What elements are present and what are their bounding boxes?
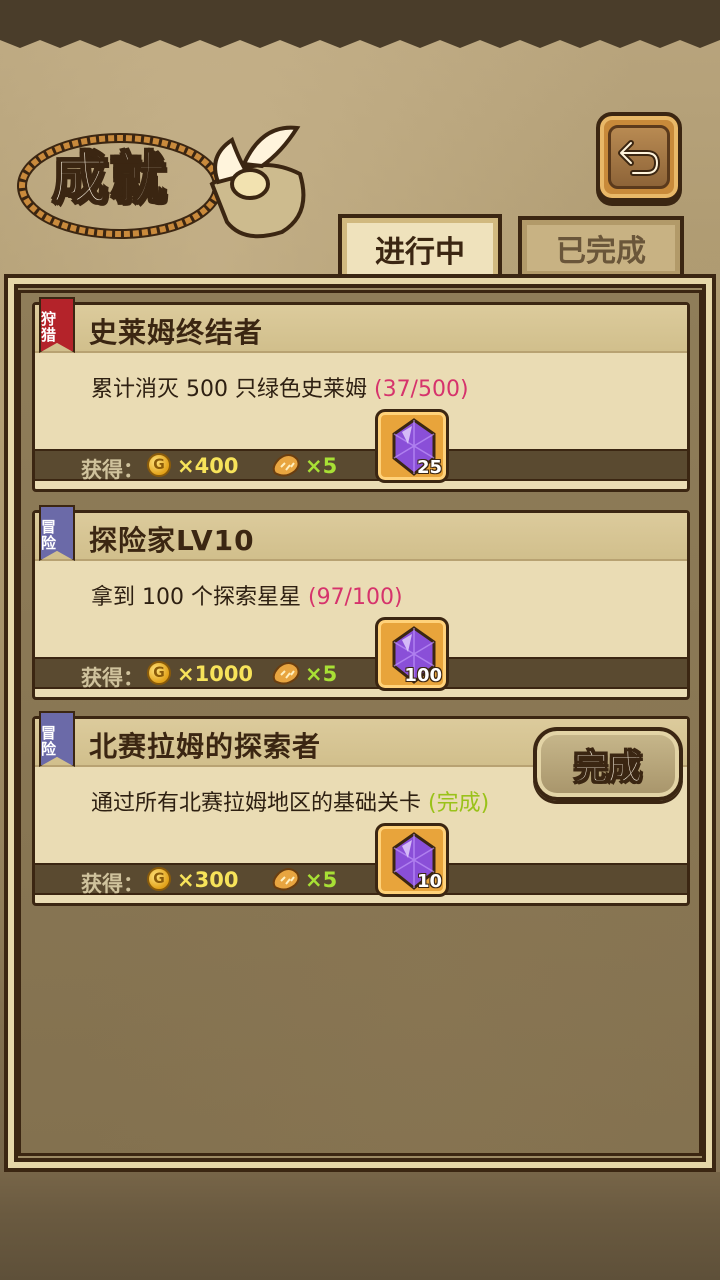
reward-bar: 获得： G ×300 ×5	[35, 863, 687, 896]
bottom-decor-strip	[0, 1172, 720, 1280]
gem-count: 25	[416, 457, 442, 478]
gem-reward-box: 10	[375, 823, 449, 897]
reward-bar: 获得： G ×400 ×5	[35, 449, 687, 482]
description-text: 拿到 100 个探索星星	[91, 585, 301, 610]
bread-reward-value: ×5	[305, 454, 338, 478]
reward-label: 获得：	[81, 458, 144, 482]
progress-text: (97/100)	[307, 585, 403, 610]
bread-icon	[272, 868, 300, 891]
gold-reward-value: ×1000	[177, 662, 254, 686]
achievement-description: 累计消灭 500 只绿色史莱姆 (37/500)	[91, 371, 469, 403]
achievement-title: 史莱姆终结者	[89, 316, 264, 349]
gem-count: 10	[416, 871, 442, 892]
achievement-title: 北赛拉姆的探索者	[89, 730, 322, 763]
gold-reward-value: ×300	[177, 868, 239, 892]
reward-label: 获得：	[81, 872, 144, 896]
achievement-card: 狩猎 史莱姆终结者 累计消灭 500 只绿色史莱姆 (37/500) 获得： G…	[32, 297, 690, 492]
progress-text: (完成)	[428, 791, 490, 816]
bread-reward-value: ×5	[305, 868, 338, 892]
claim-complete-button[interactable]: 完成	[533, 727, 683, 801]
progress-text: (37/500)	[373, 377, 469, 402]
description-text: 通过所有北赛拉姆地区的基础关卡	[91, 791, 422, 816]
achievement-card: 冒险 探险家LV10 拿到 100 个探索星星 (97/100) 获得： G ×…	[32, 505, 690, 700]
top-decor-strip	[0, 0, 720, 48]
tab-completed-label: 已完成	[556, 234, 646, 269]
tab-in-progress-label: 进行中	[375, 235, 465, 270]
achievement-description: 拿到 100 个探索星星 (97/100)	[91, 579, 403, 611]
bread-icon	[272, 662, 300, 685]
achievement-title: 探险家LV10	[89, 524, 255, 557]
gold-coin-icon: G	[147, 661, 171, 685]
page-title: 成就	[51, 145, 168, 213]
tab-in-progress[interactable]: 进行中	[338, 214, 502, 280]
description-text: 累计消灭 500 只绿色史莱姆	[91, 377, 367, 402]
gem-reward-box: 100	[375, 617, 449, 691]
achievement-title-emblem: 成就	[12, 104, 312, 254]
tab-completed[interactable]: 已完成	[518, 216, 684, 276]
back-button[interactable]	[596, 112, 682, 202]
reward-label: 获得：	[81, 666, 144, 690]
gold-coin-icon: G	[147, 867, 171, 891]
achievement-card: 冒险 北赛拉姆的探索者 通过所有北赛拉姆地区的基础关卡 (完成) 获得： G ×…	[32, 711, 690, 906]
bread-icon	[272, 454, 300, 477]
return-arrow-icon	[618, 140, 661, 176]
gem-count: 100	[404, 665, 442, 686]
reward-bar: 获得： G ×1000 ×5	[35, 657, 687, 690]
gold-coin-icon: G	[147, 453, 171, 477]
achievement-description: 通过所有北赛拉姆地区的基础关卡 (完成)	[91, 785, 489, 817]
bread-reward-value: ×5	[305, 662, 338, 686]
gold-reward-value: ×400	[177, 454, 239, 478]
gem-reward-box: 25	[375, 409, 449, 483]
